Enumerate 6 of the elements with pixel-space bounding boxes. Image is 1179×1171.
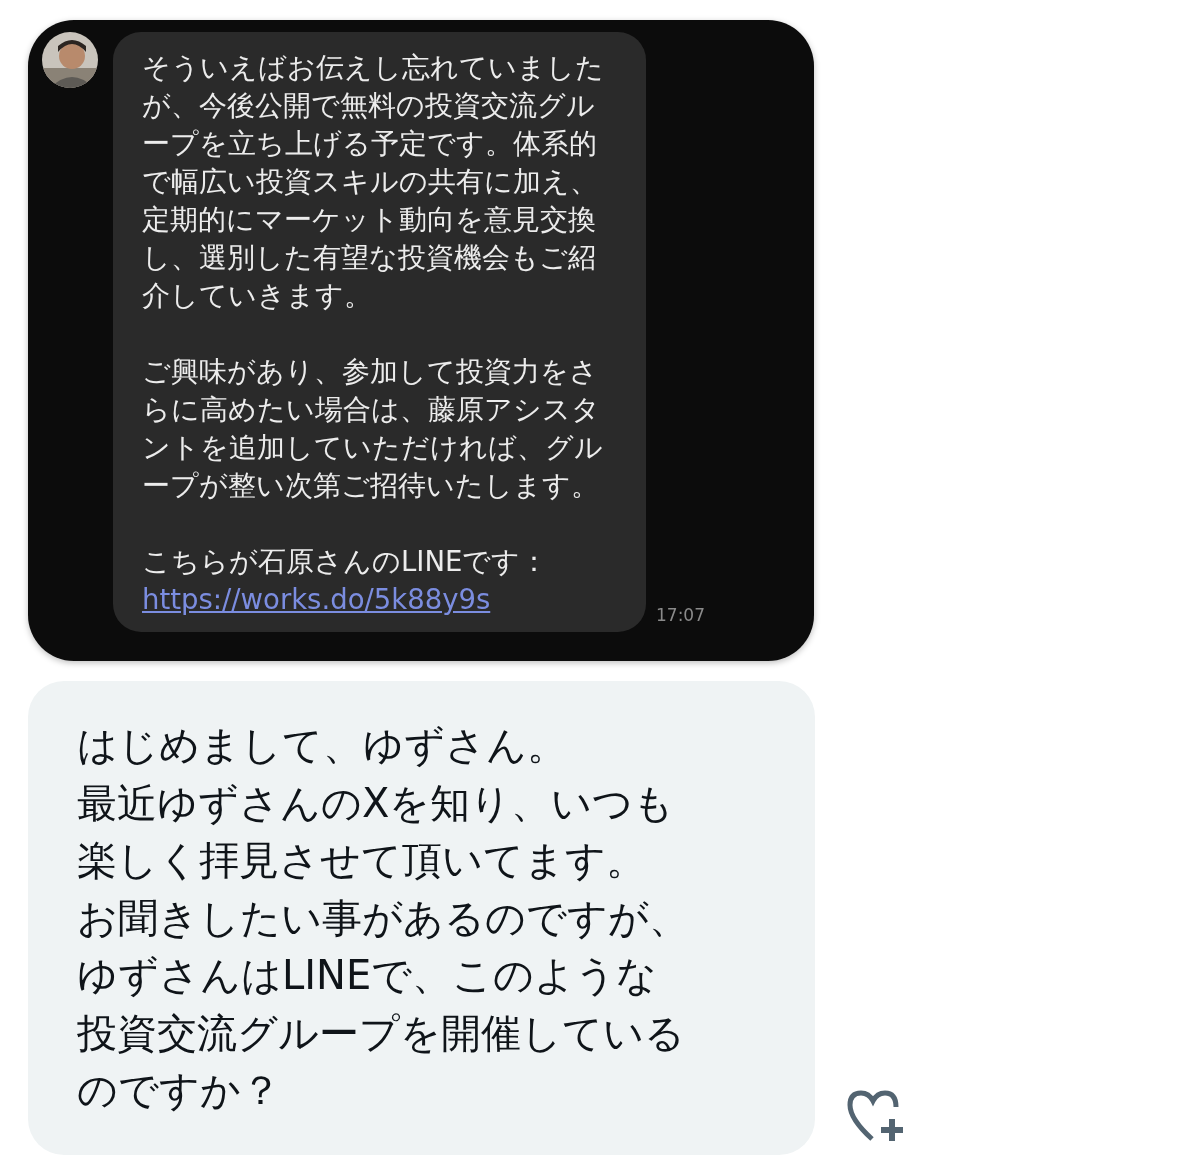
message-time: 17:07 xyxy=(656,605,705,625)
message-link[interactable]: https://works.do/5k88y9s xyxy=(142,580,491,618)
message-text: こちらが石原さんのLINEです： xyxy=(142,544,550,579)
reply-text: はじめまして、ゆずさん。 最近ゆずさんのXを知り、いつも 楽しく拝見させて頂いてます。 お聞きしたい事があるのですが、 ゆずさんはLINEで、このような 投資交流グループを開催している のですか？ xyxy=(77,721,690,1115)
message-text: ご興味があり、参加して投資力をさ らに高めたい場合は、藤原アシスタ ントを追加していただければ、グル ープが整い次第ご招待いたします。 xyxy=(142,354,604,503)
message-text: そういえばお伝えし忘れていました が、今後公開で無料の投資交流グル ープを立ち上げる予定です。体系的 で幅広い投資スキルの共有に加え、 定期的にマーケット動向を意見交換 し、選別した有望な投資機会もご紹 介していきます。 xyxy=(142,50,605,313)
